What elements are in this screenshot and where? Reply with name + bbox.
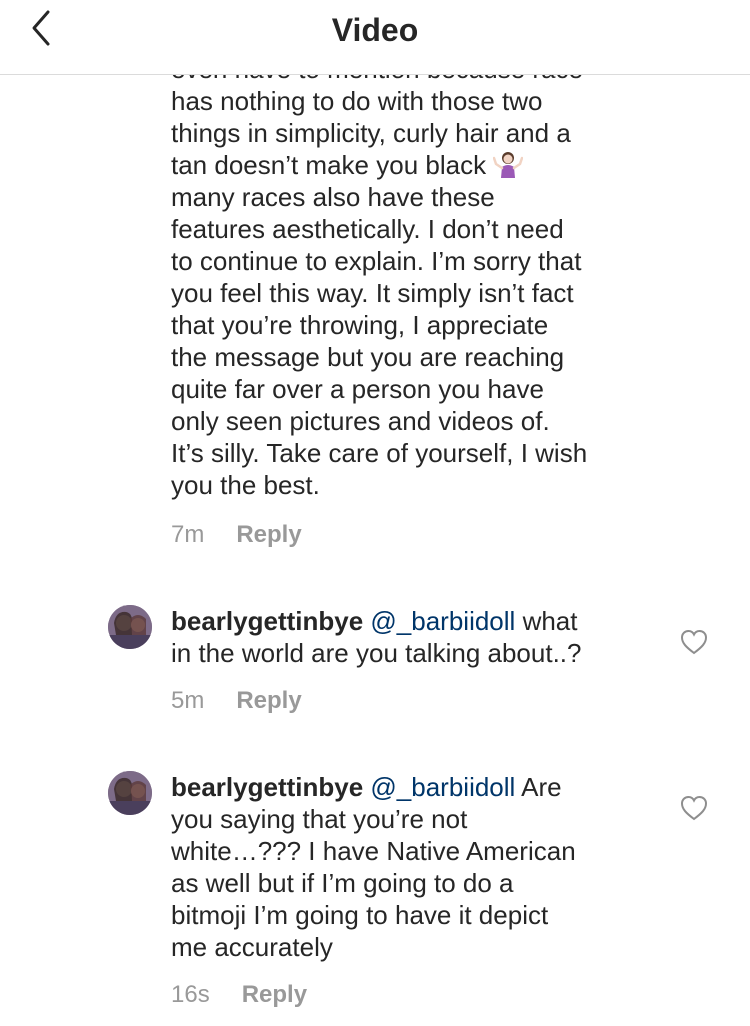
comment-timestamp: 5m: [171, 687, 205, 714]
comment-line: only seen pictures and videos of.: [171, 406, 550, 436]
heart-outline-icon: [680, 629, 708, 655]
like-button[interactable]: [680, 629, 708, 655]
comments-list[interactable]: even have to mention because race has no…: [0, 75, 750, 1026]
comment-first-line: bearlygettinbye @_barbiidoll Are: [171, 771, 651, 803]
comment-line: you the best.: [171, 470, 320, 500]
comment-line: bitmoji I’m going to have it depict: [171, 900, 549, 930]
comment-line: features aesthetically. I don’t need: [171, 214, 564, 244]
comment-line: even have to mention because race: [171, 75, 651, 85]
reply-button[interactable]: Reply: [236, 687, 301, 714]
comment-line: tan doesn’t make you black: [171, 150, 487, 180]
comment-line: the message but you are reaching: [171, 342, 565, 372]
comment-line: things in simplicity, curly hair and a: [171, 118, 571, 148]
comment-body: bearlygettinbye @_barbiidoll Are you say…: [171, 771, 651, 963]
comment-text: Are: [521, 772, 562, 802]
like-button[interactable]: [680, 795, 708, 821]
comment-line: you feel this way. It simply isn’t fact: [171, 278, 574, 308]
heart-outline-icon: [680, 795, 708, 821]
comment-line: has nothing to do with those two: [171, 86, 543, 116]
mention-link[interactable]: @_barbiidoll: [370, 606, 515, 636]
comment-line: quite far over a person you have: [171, 374, 544, 404]
comment-meta: 7m Reply: [171, 521, 302, 549]
avatar[interactable]: [108, 605, 152, 649]
avatar[interactable]: [108, 771, 152, 815]
comment-line-with-emoji: tan doesn’t make you black: [171, 149, 651, 181]
comment-timestamp: 16s: [171, 981, 210, 1008]
comment-meta: 5m Reply: [171, 687, 302, 715]
comment-timestamp: 7m: [171, 521, 205, 548]
comment-body: even have to mention because race has no…: [171, 75, 651, 501]
comment-line: many races also have these: [171, 182, 495, 212]
comment-line: you saying that you’re not: [171, 804, 468, 834]
comment-first-line: bearlygettinbye @_barbiidoll what: [171, 605, 651, 637]
comment-line: white…??? I have Native American: [171, 836, 576, 866]
reply-button[interactable]: Reply: [242, 981, 307, 1008]
comment-line: to continue to explain. I’m sorry that: [171, 246, 582, 276]
comment-line: that you’re throwing, I appreciate: [171, 310, 549, 340]
page-title: Video: [331, 12, 419, 48]
mention-link[interactable]: @_barbiidoll: [370, 772, 515, 802]
comment-line: me accurately: [171, 932, 333, 962]
reply-button[interactable]: Reply: [236, 521, 301, 548]
comment-line: It’s silly. Take care of yourself, I wis…: [171, 438, 588, 468]
comment-body: bearlygettinbye @_barbiidoll what in the…: [171, 605, 651, 669]
comment-line: in the world are you talking about..?: [171, 638, 582, 668]
comment-line: as well but if I’m going to do a: [171, 868, 514, 898]
comment-meta: 16s Reply: [171, 981, 307, 1009]
top-navigation-bar: Video: [0, 0, 750, 75]
comment-text: what: [522, 606, 578, 636]
person-shrugging-emoji-icon: [493, 150, 524, 178]
comment-username[interactable]: bearlygettinbye: [171, 606, 363, 636]
comment-username[interactable]: bearlygettinbye: [171, 772, 363, 802]
